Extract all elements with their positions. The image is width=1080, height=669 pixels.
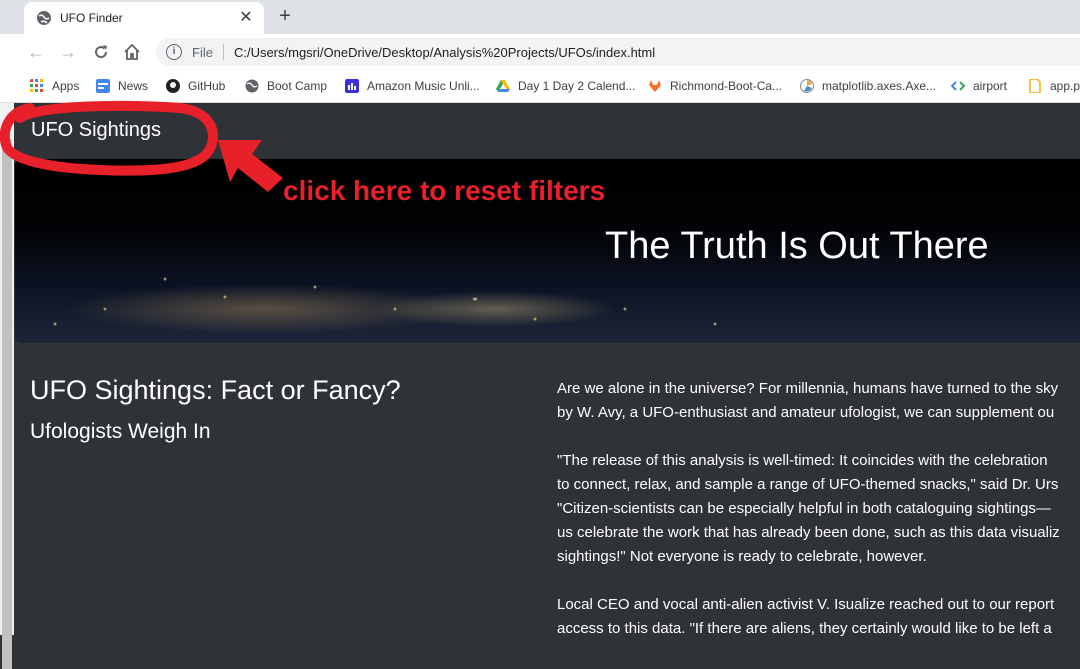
article-heading-column: UFO Sightings: Fact or Fancy? Ufologists… [30,375,510,444]
browser-tab-strip: UFO Finder ✕ + [0,0,1080,34]
bookmark-label: Apps [52,79,80,93]
article-line: "Citizen-scientists can be especially he… [557,500,1051,517]
bookmark-boot-camp[interactable]: Boot Camp [245,77,327,95]
globe-icon [37,11,51,25]
browser-toolbar: ← → i File C:/Users/mgsri/OneDrive/Deskt… [0,34,1080,70]
apps-grid-icon [30,79,43,92]
article-title: UFO Sightings: Fact or Fancy? [30,375,401,405]
article-paragraph: "The release of this analysis is well-ti… [557,449,1080,569]
bookmark-label: Day 1 Day 2 Calend... [518,79,636,93]
bookmark-label: GitHub [188,79,226,93]
back-icon[interactable]: ← [26,42,46,62]
article-subtitle: Ufologists Weigh In [30,420,211,443]
reload-icon[interactable] [91,42,111,62]
address-url[interactable]: C:/Users/mgsri/OneDrive/Desktop/Analysis… [234,45,655,60]
code-icon [951,81,965,91]
address-bar[interactable]: i File C:/Users/mgsri/OneDrive/Desktop/A… [156,38,1080,66]
article-line: by W. Avy, a UFO-enthusiast and amateur … [557,404,1055,421]
bookmark-apps[interactable]: Apps [30,77,79,95]
bookmark-matplotlib[interactable]: matplotlib.axes.Axe... [800,77,936,95]
article-paragraph: Are we alone in the universe? For millen… [557,377,1080,425]
new-tab-icon[interactable]: + [274,5,296,27]
article-line: Are we alone in the universe? For millen… [557,380,1059,397]
amazon-music-icon [345,79,359,93]
news-icon [96,79,110,93]
bookmark-amazon-music[interactable]: Amazon Music Unli... [345,77,480,95]
article-line: Local CEO and vocal anti-alien activist … [557,596,1055,613]
globe-icon [245,79,259,93]
article-line: "The release of this analysis is well-ti… [557,452,1048,469]
bookmarks-bar: Apps News GitHub Boot Camp Amazon Music … [0,70,1080,103]
bookmark-label: app.p [1050,79,1080,93]
bookmark-news[interactable]: News [96,77,148,95]
bookmark-label: Richmond-Boot-Ca... [670,79,783,93]
gitlab-icon [649,80,661,92]
article-body: Are we alone in the universe? For millen… [557,377,1080,665]
bookmark-calendar[interactable]: Day 1 Day 2 Calend... [496,77,635,95]
bookmark-label: Amazon Music Unli... [367,79,480,93]
annotation-text: click here to reset filters [283,175,606,206]
article-line: us celebrate the work that has already b… [557,524,1060,541]
close-tab-icon[interactable]: ✕ [238,10,254,26]
github-icon [166,79,180,93]
vertical-scrollbar[interactable] [0,103,14,669]
bookmark-airport[interactable]: airport [951,77,1007,95]
bookmark-github[interactable]: GitHub [166,77,225,95]
bookmark-label: airport [973,79,1008,93]
article-line: sightings!" Not everyone is ready to cel… [557,548,927,565]
tab-title: UFO Finder [60,11,123,25]
navbar-brand-link[interactable]: UFO Sightings [31,119,161,142]
home-icon[interactable] [122,42,142,62]
bookmark-label: matplotlib.axes.Axe... [822,79,937,93]
hero-headline: The Truth Is Out There [605,225,989,267]
article-line: to connect, relax, and sample a range of… [557,476,1059,493]
article-paragraph: Local CEO and vocal anti-alien activist … [557,593,1080,641]
article-line: access to this data. "If there are alien… [557,620,1052,637]
browser-tab[interactable]: UFO Finder ✕ [24,2,264,34]
scrollbar-thumb[interactable] [2,139,12,669]
info-icon[interactable]: i [166,44,182,60]
bookmark-label: News [118,79,149,93]
address-divider [222,44,224,60]
matplotlib-icon [800,79,814,93]
bookmark-label: Boot Camp [267,79,328,93]
forward-icon[interactable]: → [58,42,78,62]
document-icon [1029,79,1041,93]
google-drive-icon [496,80,510,92]
bookmark-richmond[interactable]: Richmond-Boot-Ca... [648,77,782,95]
bookmark-app[interactable]: app.p [1028,77,1080,95]
address-scheme-label: File [192,44,213,60]
